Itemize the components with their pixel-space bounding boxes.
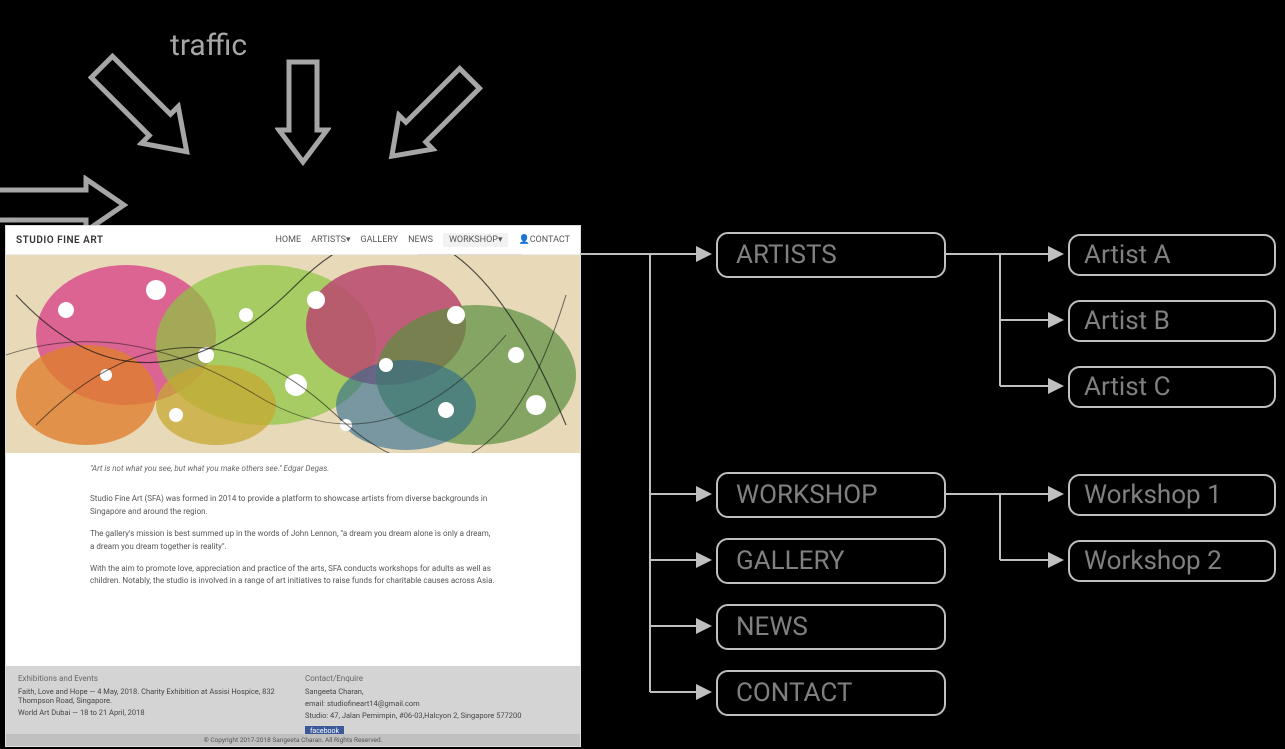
sitemap-gallery: GALLERY: [716, 538, 946, 584]
footer-contact-addr: Studio: 47, Jalan Pemimpin, #06-03,Halcy…: [305, 711, 568, 720]
body-p2: The gallery's mission is best summed up …: [90, 528, 496, 553]
traffic-label: traffic: [170, 28, 247, 63]
nav-news[interactable]: NEWS: [408, 235, 433, 245]
sitemap-artists: ARTISTS: [716, 232, 946, 278]
screenshot-brand: STUDIO FINE ART: [16, 235, 104, 246]
website-screenshot: STUDIO FINE ART HOME ARTISTS▾ GALLERY NE…: [5, 225, 581, 747]
sitemap-news: NEWS: [716, 604, 946, 650]
sitemap-artist-b: Artist B: [1068, 300, 1276, 342]
body-p1: Studio Fine Art (SFA) was formed in 2014…: [90, 493, 496, 518]
sitemap-workshop: WORKSHOP: [716, 472, 946, 518]
body-p3: With the aim to promote love, appreciati…: [90, 563, 496, 588]
footer-exh-2: World Art Dubai — 18 to 21 April, 2018: [18, 708, 281, 717]
hero-quote: "Art is not what you see, but what you m…: [90, 463, 496, 475]
nav-workshop[interactable]: WORKSHOP▾: [443, 233, 509, 247]
sitemap-workshop-1: Workshop 1: [1068, 474, 1276, 516]
sitemap-contact: CONTACT: [716, 670, 946, 716]
arrow-traffic-4: [368, 56, 492, 180]
footer-contact-title: Contact/Enquire: [305, 674, 568, 683]
screenshot-nav: STUDIO FINE ART HOME ARTISTS▾ GALLERY NE…: [6, 226, 580, 255]
footer-exh-title: Exhibitions and Events: [18, 674, 281, 683]
footer-contact-email: email: studiofineart14@gmail.com: [305, 699, 568, 708]
footer-contact-name: Sangeeta Charan,: [305, 687, 568, 696]
nav-contact[interactable]: 👤CONTACT: [518, 235, 570, 245]
footer-copyright: © Copyright 2017-2018 Sangeeta Charan. A…: [6, 734, 580, 746]
sitemap-artist-a: Artist A: [1068, 234, 1276, 276]
sitemap-workshop-2: Workshop 2: [1068, 540, 1276, 582]
hero-image: [6, 255, 580, 453]
screenshot-body: "Art is not what you see, but what you m…: [6, 453, 580, 588]
footer-exh-1: Faith, Love and Hope — 4 May, 2018. Char…: [18, 687, 281, 705]
arrow-traffic-3: [275, 58, 331, 168]
sitemap-artist-c: Artist C: [1068, 366, 1276, 408]
nav-artists[interactable]: ARTISTS▾: [311, 235, 350, 245]
nav-gallery[interactable]: GALLERY: [361, 235, 399, 245]
nav-home[interactable]: HOME: [276, 235, 302, 245]
screenshot-footer: Exhibitions and Events Faith, Love and H…: [6, 666, 580, 746]
